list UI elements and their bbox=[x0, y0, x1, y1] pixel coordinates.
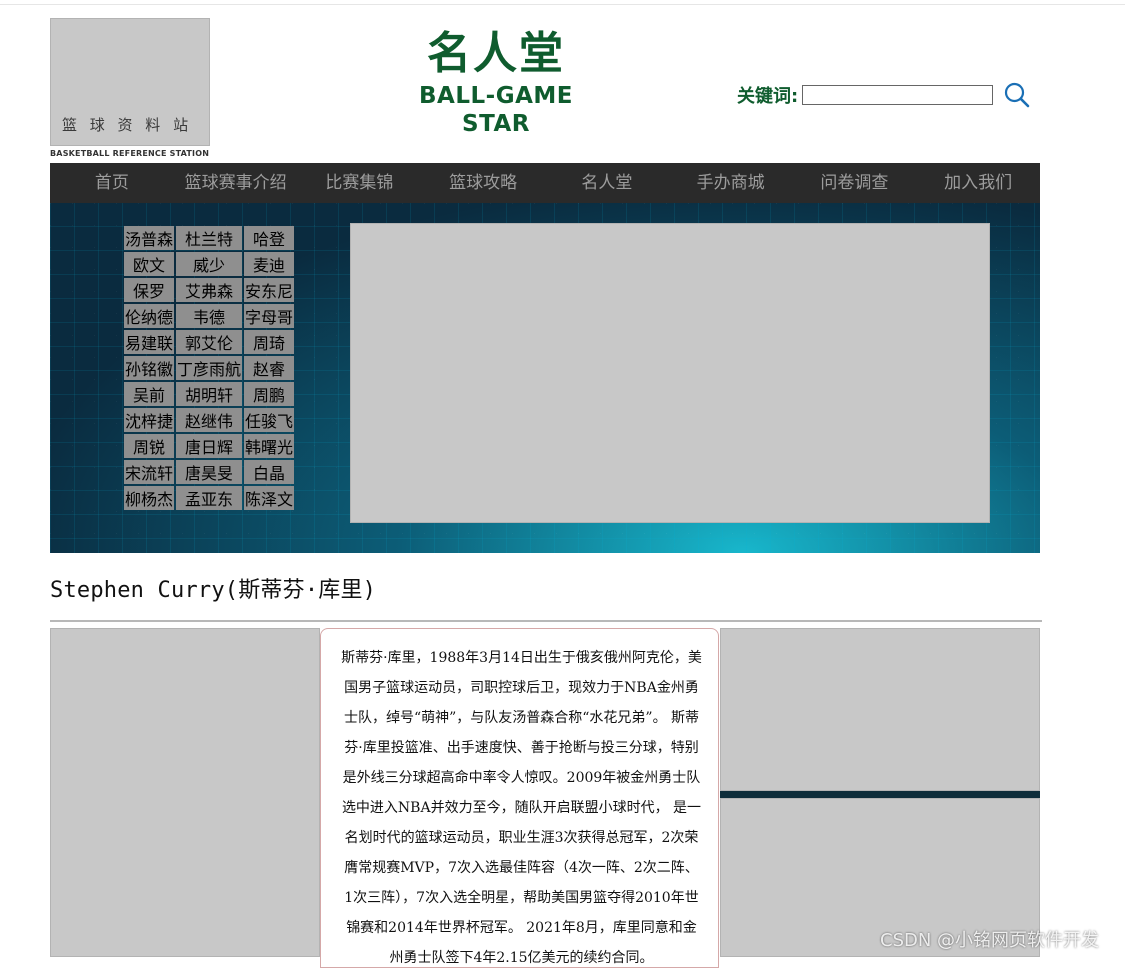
top-divider bbox=[0, 4, 1125, 5]
player-link[interactable]: 杜兰特 bbox=[176, 226, 243, 250]
player-link[interactable]: 伦纳德 bbox=[124, 304, 175, 328]
nav-item-home[interactable]: 首页 bbox=[50, 163, 174, 203]
watermark-text: CSDN @小铭网页软件开发 bbox=[880, 930, 1100, 951]
player-link[interactable]: 字母哥 bbox=[244, 304, 295, 328]
player-link[interactable]: 周琦 bbox=[244, 330, 295, 354]
player-link[interactable]: 孟亚东 bbox=[176, 486, 243, 510]
player-row: 吴前 胡明轩 周鹏 bbox=[124, 382, 295, 406]
nav-item-survey[interactable]: 问卷调查 bbox=[793, 163, 917, 203]
player-link[interactable]: 周鹏 bbox=[244, 382, 295, 406]
search-label: 关键词: bbox=[737, 86, 799, 107]
main-nav: 首页 篮球赛事介绍 比赛集锦 篮球攻略 名人堂 手办商城 问卷调查 加入我们 bbox=[50, 163, 1040, 203]
player-link[interactable]: 唐日辉 bbox=[176, 434, 243, 458]
nav-item-shop[interactable]: 手办商城 bbox=[669, 163, 793, 203]
player-link[interactable]: 任骏飞 bbox=[244, 408, 295, 432]
player-link[interactable]: 安东尼 bbox=[244, 278, 295, 302]
section-divider bbox=[50, 620, 1042, 622]
player-link[interactable]: 韦德 bbox=[176, 304, 243, 328]
player-title: Stephen Curry(斯蒂芬·库里) bbox=[50, 578, 377, 603]
player-link[interactable]: 保罗 bbox=[124, 278, 175, 302]
search-bar: 关键词: bbox=[737, 80, 1031, 110]
player-link[interactable]: 艾弗森 bbox=[176, 278, 243, 302]
player-row: 沈梓捷 赵继伟 任骏飞 bbox=[124, 408, 295, 432]
logo-en-text: BASKETBALL REFERENCE STATION bbox=[50, 149, 210, 158]
site-title-en: BALL-GAME STAR bbox=[419, 83, 573, 137]
player-row: 孙铭徽 丁彦雨航 赵睿 bbox=[124, 356, 295, 380]
search-input[interactable] bbox=[802, 85, 994, 105]
nav-item-join[interactable]: 加入我们 bbox=[916, 163, 1040, 203]
player-link[interactable]: 麦迪 bbox=[244, 252, 295, 276]
player-row: 柳杨杰 孟亚东 陈泽文 bbox=[124, 486, 295, 510]
player-link[interactable]: 宋流轩 bbox=[124, 460, 175, 484]
player-link[interactable]: 赵睿 bbox=[244, 356, 295, 380]
player-link[interactable]: 白晶 bbox=[244, 460, 295, 484]
nav-item-hall-of-fame[interactable]: 名人堂 bbox=[545, 163, 669, 203]
player-bio-box: 斯蒂芬·库里，1988年3月14日出生于俄亥俄州阿克伦，美国男子篮球运动员，司职… bbox=[320, 628, 719, 968]
player-row: 周锐 唐日辉 韩曙光 bbox=[124, 434, 295, 458]
player-row: 伦纳德 韦德 字母哥 bbox=[124, 304, 295, 328]
player-photo-top-right bbox=[720, 628, 1040, 791]
nav-item-guides[interactable]: 篮球攻略 bbox=[421, 163, 545, 203]
site-title: 名人堂 BALL-GAME STAR bbox=[390, 26, 602, 138]
player-bio-text: 斯蒂芬·库里，1988年3月14日出生于俄亥俄州阿克伦，美国男子篮球运动员，司职… bbox=[341, 650, 702, 966]
player-link[interactable]: 胡明轩 bbox=[176, 382, 243, 406]
player-link[interactable]: 郭艾伦 bbox=[176, 330, 243, 354]
nav-item-events[interactable]: 篮球赛事介绍 bbox=[174, 163, 298, 203]
player-row: 易建联 郭艾伦 周琦 bbox=[124, 330, 295, 354]
player-link[interactable]: 柳杨杰 bbox=[124, 486, 175, 510]
player-link[interactable]: 哈登 bbox=[244, 226, 295, 250]
player-link[interactable]: 周锐 bbox=[124, 434, 175, 458]
hero-photo bbox=[350, 223, 990, 523]
nav-item-highlights[interactable]: 比赛集锦 bbox=[298, 163, 422, 203]
photo-separator bbox=[720, 791, 1040, 798]
player-index-table: 汤普森 杜兰特 哈登 欧文 威少 麦迪 保罗 艾弗森 安东尼 伦纳德 韦德 字母哥 易建联 郭艾伦 周琦 孙铭… bbox=[122, 224, 296, 512]
site-logo[interactable]: 篮 球 资 料 站 BASKETBALL REFERENCE STATION bbox=[50, 18, 210, 160]
player-link[interactable]: 汤普森 bbox=[124, 226, 175, 250]
player-link[interactable]: 韩曙光 bbox=[244, 434, 295, 458]
player-row: 欧文 威少 麦迪 bbox=[124, 252, 295, 276]
search-icon[interactable] bbox=[1003, 81, 1031, 109]
site-title-cn: 名人堂 bbox=[427, 28, 565, 79]
player-row: 宋流轩 唐昊旻 白晶 bbox=[124, 460, 295, 484]
player-row: 保罗 艾弗森 安东尼 bbox=[124, 278, 295, 302]
player-link[interactable]: 孙铭徽 bbox=[124, 356, 175, 380]
banner: 汤普森 杜兰特 哈登 欧文 威少 麦迪 保罗 艾弗森 安东尼 伦纳德 韦德 字母哥 易建联 郭艾伦 周琦 孙铭… bbox=[50, 203, 1040, 553]
player-link[interactable]: 欧文 bbox=[124, 252, 175, 276]
player-link[interactable]: 沈梓捷 bbox=[124, 408, 175, 432]
player-link[interactable]: 唐昊旻 bbox=[176, 460, 243, 484]
player-link[interactable]: 吴前 bbox=[124, 382, 175, 406]
player-link[interactable]: 易建联 bbox=[124, 330, 175, 354]
player-link[interactable]: 丁彦雨航 bbox=[176, 356, 243, 380]
player-link[interactable]: 威少 bbox=[176, 252, 243, 276]
logo-cn-text: 篮 球 资 料 站 bbox=[62, 116, 193, 134]
player-row: 汤普森 杜兰特 哈登 bbox=[124, 226, 295, 250]
player-photo-trophy bbox=[50, 628, 320, 957]
player-link[interactable]: 赵继伟 bbox=[176, 408, 243, 432]
player-link[interactable]: 陈泽文 bbox=[244, 486, 295, 510]
